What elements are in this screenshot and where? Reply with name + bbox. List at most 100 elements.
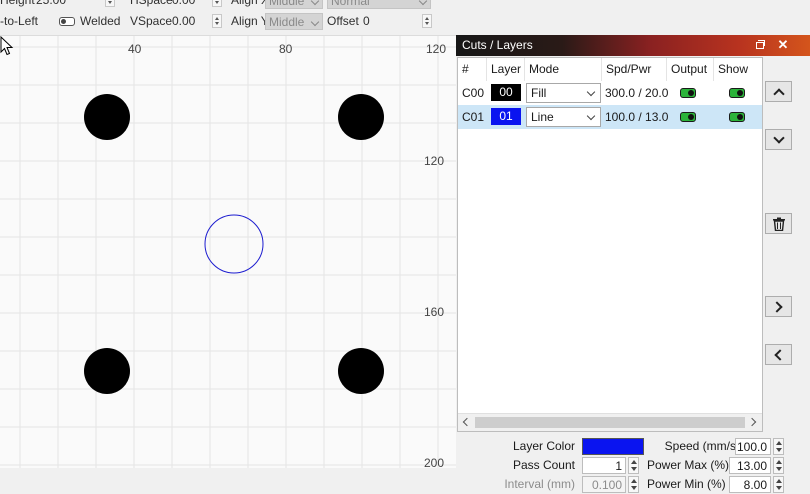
height-label: Height: [0, 0, 35, 7]
speed-power-value: 300.0 / 20.0: [605, 86, 669, 100]
table-row[interactable]: C01 01 Line 100.0 / 13.0: [458, 105, 762, 129]
chevron-down-icon: [586, 111, 596, 121]
interval-input[interactable]: 0.100: [582, 476, 626, 493]
hspace-value[interactable]: 0.00: [172, 0, 195, 9]
align-y-value: Middle: [269, 15, 305, 29]
layer-color-swatch[interactable]: 00: [491, 84, 521, 101]
layers-table: # Layer Mode Spd/Pwr Output Show C00 00 …: [457, 57, 763, 432]
pass-count-spinner[interactable]: [628, 457, 639, 474]
expand-right-button[interactable]: [765, 296, 792, 317]
ruler-right-label: 120: [424, 154, 445, 168]
cuts-layers-panel: Cuts / Layers ✕ # Layer Mode Spd/Pwr Out…: [456, 35, 810, 493]
move-layer-down-button[interactable]: [765, 129, 792, 150]
restore-icon[interactable]: [753, 38, 767, 52]
horizontal-scrollbar[interactable]: [458, 413, 762, 431]
table-row[interactable]: C00 00 Fill 300.0 / 20.0: [458, 81, 762, 105]
trash-icon: [773, 217, 785, 231]
fill-circle-top-right[interactable]: [338, 94, 384, 140]
row-id: C01: [462, 110, 485, 124]
welded-label: Welded: [80, 14, 121, 28]
offset-label: Offset: [327, 14, 359, 28]
chevron-left-icon: [774, 349, 786, 361]
ruler-top-label: 120: [426, 42, 447, 56]
height-value[interactable]: 25.00: [36, 0, 66, 9]
power-max-label: Power Max (%): [647, 458, 730, 472]
interval-label: Interval (mm): [504, 477, 575, 491]
ruler-top-label: 80: [279, 42, 293, 56]
move-layer-up-button[interactable]: [765, 81, 792, 102]
column-header-mode: Mode: [525, 58, 602, 81]
right-to-left-label: -to-Left: [0, 14, 39, 28]
toggle-knob: [61, 19, 66, 24]
show-toggle[interactable]: [729, 112, 745, 122]
layer-color-swatch[interactable]: 01: [491, 108, 521, 125]
canvas-workspace[interactable]: [0, 36, 456, 468]
pass-count-label: Pass Count: [512, 458, 575, 472]
toggle-knob: [688, 90, 694, 96]
toggle-knob: [688, 114, 694, 120]
offset-spinner[interactable]: [422, 14, 432, 28]
fill-circle-bottom-left[interactable]: [84, 348, 130, 394]
mode-select[interactable]: Fill: [526, 83, 601, 103]
output-toggle[interactable]: [680, 88, 696, 98]
close-icon[interactable]: ✕: [776, 38, 790, 52]
layer-color-label: Layer Color: [512, 439, 575, 453]
toggle-knob: [737, 114, 743, 120]
layer-properties: Layer Color Speed (mm/s) 100.0 Pass Coun…: [457, 435, 809, 493]
speed-input[interactable]: 100.0: [735, 438, 771, 455]
power-max-input[interactable]: 13.00: [729, 457, 771, 474]
fill-circle-bottom-right[interactable]: [338, 348, 384, 394]
power-min-input[interactable]: 8.00: [729, 476, 771, 493]
line-circle-center[interactable]: [204, 214, 264, 274]
design-canvas[interactable]: 40 80 120 120 160 200: [0, 35, 456, 468]
panel-title-bar[interactable]: Cuts / Layers ✕: [456, 35, 810, 56]
collapse-left-button[interactable]: [765, 344, 792, 365]
pass-count-input[interactable]: 1: [582, 457, 626, 474]
output-toggle[interactable]: [680, 112, 696, 122]
welded-toggle[interactable]: [59, 17, 75, 26]
ruler-top-label: 40: [128, 42, 142, 56]
toolbar-row-1: Height 25.00 HSpace 0.00 Align X Middle …: [0, 0, 456, 9]
power-min-label: Power Min (%): [647, 477, 726, 491]
speed-spinner[interactable]: [773, 438, 784, 455]
column-header-number: #: [458, 58, 487, 81]
normal-value: Normal: [331, 0, 370, 8]
column-header-output: Output: [667, 58, 714, 81]
chevron-down-icon: [310, 0, 320, 6]
scroll-left-icon[interactable]: [462, 417, 472, 427]
power-min-spinner[interactable]: [773, 476, 784, 493]
speed-power-value: 100.0 / 13.0: [605, 110, 669, 124]
delete-layer-button[interactable]: [765, 213, 792, 234]
scrollbar-thumb[interactable]: [475, 417, 745, 428]
table-header: # Layer Mode Spd/Pwr Output Show: [458, 58, 762, 81]
chevron-down-icon: [773, 132, 785, 144]
hspace-spinner[interactable]: [212, 0, 222, 7]
normal-select[interactable]: Normal: [327, 0, 431, 9]
chevron-down-icon: [310, 17, 320, 27]
align-x-value: Middle: [269, 0, 305, 8]
speed-label: Speed (mm/s): [664, 439, 740, 453]
vspace-value[interactable]: 0.00: [172, 13, 195, 30]
mode-value: Line: [531, 110, 554, 124]
fill-circle-top-left[interactable]: [84, 94, 130, 140]
text-options-toolbar: Height 25.00 HSpace 0.00 Align X Middle …: [0, 0, 456, 35]
column-header-spd-pwr: Spd/Pwr: [602, 58, 667, 81]
column-header-show: Show: [718, 62, 749, 76]
scroll-right-icon[interactable]: [747, 417, 757, 427]
toolbar-row-2: -to-Left Welded VSpace 0.00 Align Y Midd…: [0, 13, 456, 30]
mode-select[interactable]: Line: [526, 107, 601, 127]
interval-spinner[interactable]: [628, 476, 639, 493]
offset-value[interactable]: 0: [363, 13, 370, 30]
power-max-spinner[interactable]: [773, 457, 784, 474]
chevron-down-icon: [418, 0, 428, 6]
vspace-spinner[interactable]: [212, 14, 222, 28]
mode-value: Fill: [531, 86, 547, 100]
align-x-label: Align X: [231, 0, 270, 7]
vspace-label: VSpace: [130, 14, 173, 28]
show-toggle[interactable]: [729, 88, 745, 98]
toggle-knob: [737, 90, 743, 96]
layer-color-picker[interactable]: [582, 438, 644, 455]
align-x-select[interactable]: Middle: [265, 0, 323, 9]
align-y-select[interactable]: Middle: [265, 13, 323, 30]
height-spinner[interactable]: [105, 0, 115, 7]
